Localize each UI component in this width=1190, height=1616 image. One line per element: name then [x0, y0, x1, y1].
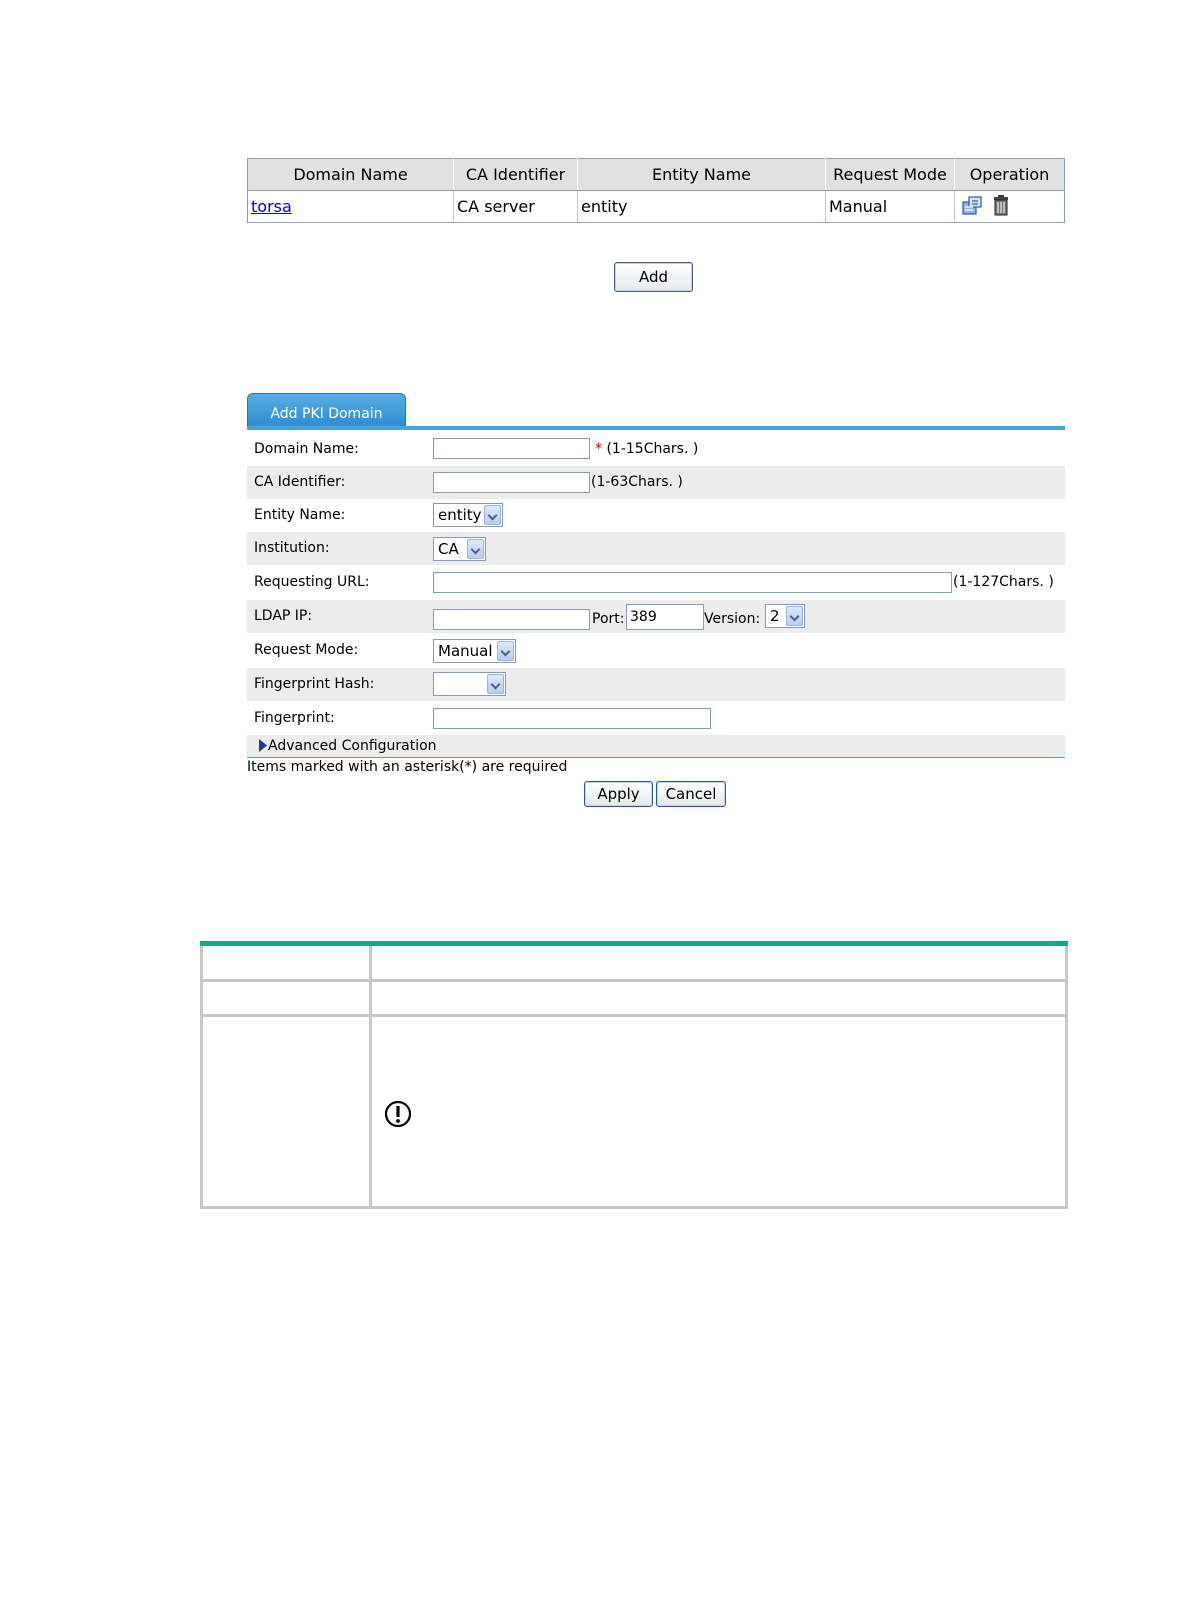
entity-name-select[interactable]: entity	[433, 503, 503, 527]
entity-name-label: Entity Name:	[254, 507, 346, 523]
required-note: Items marked with an asterisk(*) are req…	[247, 759, 568, 775]
request-mode-select[interactable]: Manual	[433, 639, 516, 663]
cell-domain-name: torsa	[247, 190, 454, 223]
fingerprint-hash-select[interactable]	[433, 672, 506, 696]
version-select[interactable]: 2	[765, 604, 805, 628]
chevron-down-icon[interactable]	[467, 539, 484, 559]
doc-table-border-left	[200, 946, 203, 1209]
cell-entity-name: entity	[577, 190, 826, 223]
port-label: Port:	[592, 611, 625, 627]
ca-identifier-input[interactable]	[433, 472, 590, 493]
table-header-row: Domain Name CA Identifier Entity Name Re…	[247, 158, 1065, 191]
institution-label: Institution:	[254, 540, 330, 556]
pki-domain-table: Domain Name CA Identifier Entity Name Re…	[247, 158, 1065, 223]
institution-selected: CA	[438, 540, 459, 558]
fingerprint-hash-label: Fingerprint Hash:	[254, 676, 375, 692]
domain-name-input[interactable]	[433, 438, 590, 459]
requesting-url-row: Requesting URL: (1-127Chars. )	[247, 566, 1065, 599]
institution-select[interactable]: CA	[433, 537, 486, 561]
request-mode-selected: Manual	[438, 642, 493, 660]
requesting-url-hint: (1-127Chars. )	[953, 574, 1054, 590]
table-row: torsa CA server entity Manual	[247, 190, 1065, 223]
domain-name-hint-wrap: * (1-15Chars. )	[595, 433, 698, 466]
fingerprint-row: Fingerprint:	[247, 702, 1065, 735]
ldap-ip-label: LDAP IP:	[254, 608, 313, 624]
doc-table-border-right	[1065, 946, 1068, 1209]
version-selected: 2	[770, 607, 780, 625]
domain-name-link[interactable]: torsa	[251, 197, 292, 216]
domain-name-hint: (1-15Chars. )	[606, 441, 699, 457]
advanced-configuration-row[interactable]: Advanced Configuration	[247, 735, 1065, 758]
column-header-request-mode: Request Mode	[825, 158, 955, 191]
chevron-down-icon[interactable]	[487, 674, 504, 694]
port-input[interactable]	[626, 604, 704, 630]
details-icon[interactable]	[961, 194, 985, 220]
expand-triangle-icon[interactable]	[259, 739, 267, 752]
column-header-entity-name: Entity Name	[577, 158, 826, 191]
ca-identifier-label: CA Identifier:	[254, 474, 346, 490]
request-mode-label: Request Mode:	[254, 642, 359, 658]
ca-identifier-row: CA Identifier: (1-63Chars. )	[247, 466, 1065, 499]
doc-table-row-line	[200, 1014, 1068, 1017]
doc-table-row-line	[200, 979, 1068, 982]
chevron-down-icon[interactable]	[497, 641, 514, 661]
column-header-ca-identifier: CA Identifier	[453, 158, 578, 191]
version-label: Version:	[704, 611, 761, 627]
advanced-configuration-label[interactable]: Advanced Configuration	[268, 735, 437, 757]
requesting-url-input[interactable]	[433, 572, 952, 593]
entity-name-row: Entity Name: entity	[247, 499, 1065, 532]
fingerprint-hash-row: Fingerprint Hash:	[247, 668, 1065, 701]
column-header-domain-name: Domain Name	[247, 158, 454, 191]
domain-name-label: Domain Name:	[254, 441, 359, 457]
required-asterisk: *	[595, 441, 602, 457]
doc-table-bottom-line	[200, 1206, 1068, 1209]
cell-request-mode: Manual	[825, 190, 955, 223]
request-mode-row: Request Mode: Manual	[247, 634, 1065, 667]
cancel-button[interactable]: Cancel	[656, 781, 726, 807]
important-icon	[384, 1100, 412, 1128]
ldap-ip-row: LDAP IP: Port: Version: 2	[247, 600, 1065, 633]
cell-ca-identifier: CA server	[453, 190, 578, 223]
domain-name-row: Domain Name: * (1-15Chars. )	[247, 433, 1065, 466]
tab-add-pki-domain[interactable]: Add PKI Domain	[247, 393, 406, 428]
fingerprint-input[interactable]	[433, 708, 711, 729]
requesting-url-label: Requesting URL:	[254, 574, 370, 590]
ldap-ip-input[interactable]	[433, 609, 590, 630]
doc-table	[200, 946, 1068, 1209]
column-header-operation: Operation	[954, 158, 1065, 191]
ca-identifier-hint: (1-63Chars. )	[591, 474, 683, 490]
apply-button[interactable]: Apply	[584, 781, 653, 807]
cell-operation	[955, 191, 1065, 223]
chevron-down-icon[interactable]	[786, 606, 803, 626]
delete-icon[interactable]	[993, 194, 1009, 220]
tab-underline	[247, 426, 1065, 430]
institution-row: Institution: CA	[247, 532, 1065, 565]
entity-name-selected: entity	[438, 506, 482, 524]
doc-table-divider	[369, 946, 372, 1209]
add-button[interactable]: Add	[614, 262, 693, 292]
fingerprint-label: Fingerprint:	[254, 710, 335, 726]
chevron-down-icon[interactable]	[484, 505, 501, 525]
